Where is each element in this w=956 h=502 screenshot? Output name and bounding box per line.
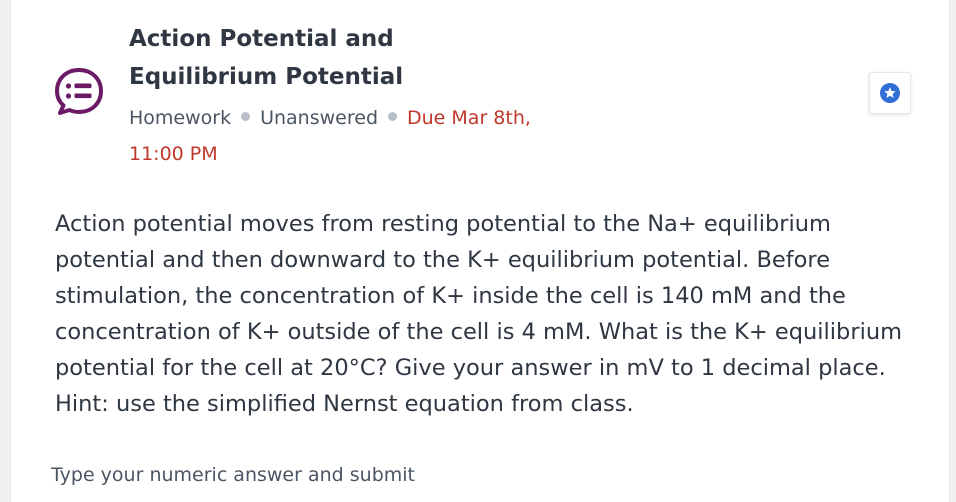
separator-dot — [388, 112, 397, 121]
numeric-answer-input[interactable] — [51, 456, 911, 494]
question-title: Action Potential and Equilibrium Potenti… — [129, 26, 404, 90]
question-meta: Homework Unanswered Due Mar 8th, 11:00 PM — [129, 100, 549, 172]
question-status: Unanswered — [260, 107, 378, 129]
question-header: Action Potential and Equilibrium Potenti… — [129, 20, 549, 172]
question-chat-icon — [53, 66, 105, 118]
star-button[interactable] — [869, 72, 911, 114]
question-text: Action potential moves from resting pote… — [55, 211, 903, 417]
star-icon — [880, 83, 900, 103]
question-card: Action Potential and Equilibrium Potenti… — [10, 0, 950, 502]
question-type: Homework — [129, 107, 232, 129]
separator-dot — [241, 112, 251, 121]
